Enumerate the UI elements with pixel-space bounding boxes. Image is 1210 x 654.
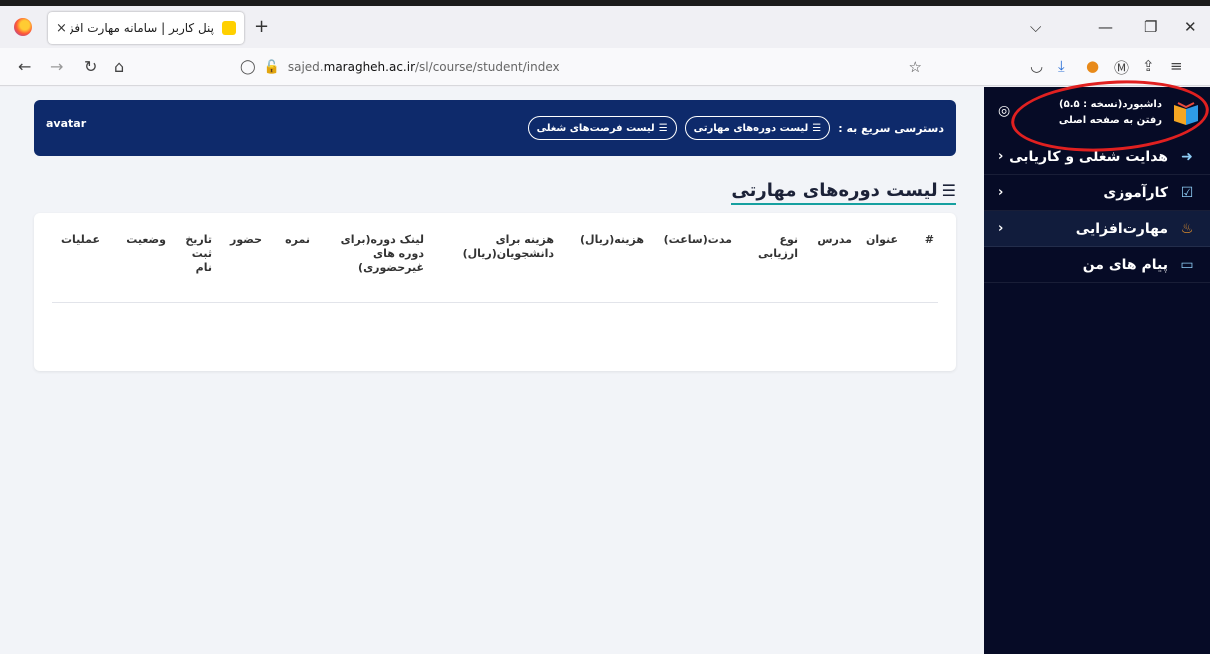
tab-favicon-icon [222, 21, 236, 35]
table-header-row: # عنوان مدرس نوع ارزیابی مدت(ساعت) هزینه… [52, 233, 938, 303]
reload-icon[interactable]: ↻ [84, 57, 97, 76]
column-header[interactable]: حضور [222, 233, 262, 247]
chevron-icon: ‹ [998, 149, 1004, 164]
new-tab-button[interactable]: + [254, 16, 269, 37]
list-icon: ☰ [812, 122, 822, 134]
share-icon[interactable]: ⇪ [1142, 57, 1155, 75]
sidebar-item-label: هدایت شغلی و کاریابی [1009, 148, 1168, 165]
book-logo-icon [1174, 102, 1198, 125]
account-icon[interactable]: Ⓜ [1114, 57, 1129, 78]
forward-icon[interactable]: → [50, 57, 63, 76]
back-icon[interactable]: ← [18, 57, 31, 76]
column-header[interactable]: تاریخ ثبت نام [176, 233, 212, 275]
quick-link-label: لیست دوره‌های مهارتی [693, 122, 809, 134]
sidebar-item-skill-enhancement[interactable]: ♨ مهارت‌افزایی ‹ [984, 211, 1210, 247]
home-icon[interactable]: ⌂ [114, 57, 124, 76]
dashboard-title: داشبورد(نسخه : ۵.۵) [1059, 99, 1162, 110]
sidebar-item-internship[interactable]: ☑ کارآموزی ‹ [984, 175, 1210, 211]
navigation-toolbar: ← → ↻ ⌂ ◯ 🔓 sajed.maragheh.ac.ir/sl/cour… [0, 48, 1210, 86]
quick-link-label: لیست فرصت‌های شغلی [536, 122, 655, 134]
close-window-icon[interactable]: ✕ [1184, 18, 1197, 36]
lock-icon[interactable]: 🔓 [264, 60, 280, 75]
sidebar-header: داشبورد(نسخه : ۵.۵) رفتن به صفحه اصلی ◎ [984, 87, 1210, 139]
quick-link-skill-courses[interactable]: ☰ لیست دوره‌های مهارتی [684, 116, 831, 140]
browser-tab[interactable]: × پنل کاربر | سامانه مهارت افزایی و هدا [48, 12, 244, 44]
extension-icon[interactable]: ● [1086, 57, 1099, 75]
home-link[interactable]: رفتن به صفحه اصلی [1059, 113, 1162, 129]
sidebar-header-text: داشبورد(نسخه : ۵.۵) رفتن به صفحه اصلی [1059, 97, 1162, 129]
list-icon: ☰ [941, 181, 956, 200]
quick-access-label: دسترسی سریع به : [838, 121, 944, 135]
column-header[interactable]: # [920, 233, 934, 247]
url-bar[interactable]: ◯ 🔓 sajed.maragheh.ac.ir/sl/course/stude… [232, 53, 932, 81]
chevron-icon: ‹ [998, 185, 1004, 200]
tab-close-icon[interactable]: × [56, 21, 70, 36]
column-header[interactable]: مدرس [812, 233, 852, 247]
arrow-circle-icon: ➜ [1181, 148, 1193, 165]
tab-title: پنل کاربر | سامانه مهارت افزایی و هدا [70, 21, 214, 35]
download-icon[interactable]: ⤓ [1058, 57, 1065, 75]
page-content: دسترسی سریع به : ☰ لیست دوره‌های مهارتی … [0, 87, 1210, 654]
courses-table: # عنوان مدرس نوع ارزیابی مدت(ساعت) هزینه… [34, 213, 956, 371]
firefox-logo-icon [14, 18, 32, 36]
page-title-text: لیست دوره‌های مهارتی [731, 180, 938, 201]
minimize-icon[interactable]: — [1098, 18, 1113, 36]
url-text: sajed.maragheh.ac.ir/sl/course/student/i… [287, 60, 560, 74]
tab-list-chevron-icon[interactable]: ⌵ [1030, 18, 1041, 36]
page-title: ☰لیست دوره‌های مهارتی [731, 180, 956, 205]
tracking-shield-icon[interactable]: ◯ [240, 59, 256, 75]
column-header[interactable]: هزینه(ریال) [564, 233, 644, 247]
sidebar-item-career-guidance[interactable]: ➜ هدایت شغلی و کاریابی ‹ [984, 139, 1210, 175]
chevron-icon: ‹ [998, 221, 1004, 236]
sidebar-item-label: کارآموزی [1103, 184, 1168, 201]
column-header[interactable]: نوع ارزیابی [748, 233, 798, 261]
pocket-icon[interactable]: ◡ [1030, 57, 1043, 75]
avatar[interactable]: avatar [46, 117, 86, 130]
quick-link-job-opportunities[interactable]: ☰ لیست فرصت‌های شغلی [527, 116, 677, 140]
sidebar-item-label: پیام های من [1082, 256, 1168, 273]
message-icon: ▭ [1180, 256, 1194, 273]
top-header-bar: دسترسی سریع به : ☰ لیست دوره‌های مهارتی … [34, 100, 956, 156]
column-header[interactable]: لینک دوره(برای دوره های غیرحضوری) [328, 233, 424, 275]
column-header[interactable]: عنوان [858, 233, 898, 247]
sidebar: داشبورد(نسخه : ۵.۵) رفتن به صفحه اصلی ◎ … [984, 87, 1210, 654]
column-header[interactable]: نمره [274, 233, 310, 247]
column-header[interactable]: هزینه برای دانشجویان(ریال) [444, 233, 554, 261]
bookmark-star-icon[interactable]: ☆ [909, 58, 922, 76]
restore-icon[interactable]: ❐ [1144, 18, 1157, 36]
column-header[interactable]: وضعیت [110, 233, 166, 247]
column-header[interactable]: عملیات [52, 233, 100, 247]
settings-icon[interactable]: ◎ [998, 103, 1010, 119]
column-header[interactable]: مدت(ساعت) [642, 233, 732, 247]
menu-icon[interactable]: ≡ [1170, 57, 1183, 75]
list-icon: ☰ [658, 122, 668, 134]
fire-icon: ♨ [1180, 220, 1194, 237]
browser-tab-bar: × پنل کاربر | سامانه مهارت افزایی و هدا … [0, 6, 1210, 48]
sidebar-item-label: مهارت‌افزایی [1075, 220, 1168, 237]
checkbox-icon: ☑ [1180, 184, 1194, 201]
sidebar-item-my-messages[interactable]: ▭ پیام های من [984, 247, 1210, 283]
